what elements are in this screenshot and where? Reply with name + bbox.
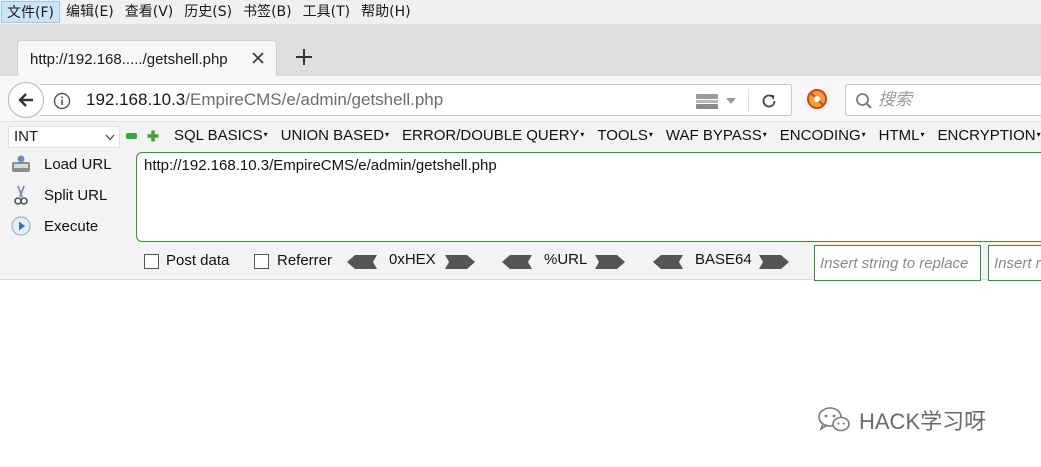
menu-encryption[interactable]: ENCRYPTION [938, 127, 1041, 144]
close-icon[interactable] [250, 50, 266, 66]
hackbar-panel: INT SQL BASICS UNION BASED ERROR/DOUBLE … [0, 122, 1041, 281]
post-data-label: Post data [166, 252, 230, 269]
url-encode-label: %URL [544, 251, 588, 268]
menu-encoding[interactable]: ENCODING [780, 127, 866, 144]
tab-strip: http://192.168...../getshell.php [0, 24, 1041, 77]
menu-union-based[interactable]: UNION BASED [281, 127, 389, 144]
menu-history[interactable]: 历史(S) [179, 1, 237, 23]
menu-error-double-query[interactable]: ERROR/DOUBLE QUERY [402, 127, 584, 144]
menu-bookmarks[interactable]: 书签(B) [238, 1, 297, 23]
menu-tools-hb[interactable]: TOOLS [597, 127, 653, 144]
menu-help[interactable]: 帮助(H) [356, 1, 415, 23]
split-url-label: Split URL [44, 186, 108, 204]
execute-label: Execute [44, 217, 99, 235]
menu-view[interactable]: 查看(V) [120, 1, 179, 23]
load-url-button[interactable]: Load URL [10, 153, 112, 175]
search-icon [856, 93, 872, 109]
url-decode-arrow-icon[interactable] [502, 255, 532, 269]
url-encode-arrow-icon[interactable] [595, 255, 625, 269]
menu-waf-bypass[interactable]: WAF BYPASS [666, 127, 767, 144]
chevron-down-icon[interactable] [725, 97, 737, 105]
referrer-label: Referrer [277, 252, 333, 269]
play-icon [11, 216, 31, 236]
hackbar-menu: SQL BASICS UNION BASED ERROR/DOUBLE QUER… [168, 127, 1041, 144]
divider [748, 89, 749, 113]
base64-label: BASE64 [695, 251, 752, 268]
decrease-icon[interactable] [126, 132, 137, 140]
increase-icon[interactable] [147, 130, 159, 142]
injection-type-select[interactable]: INT [8, 126, 120, 148]
page-feed-icon[interactable] [695, 92, 719, 110]
reload-icon[interactable] [760, 92, 778, 110]
base64-decode-arrow-icon[interactable] [653, 255, 683, 269]
watermark-text: HACK学习呀 [859, 409, 987, 434]
arrow-left-icon [18, 93, 33, 107]
url-path: /EmpireCMS/e/admin/getshell.php [185, 90, 444, 109]
injection-type-value: INT [14, 128, 39, 145]
base64-encode-arrow-icon[interactable] [759, 255, 789, 269]
block-icon[interactable] [806, 88, 828, 110]
hex-decode-arrow-icon[interactable] [347, 255, 377, 269]
menu-edit[interactable]: 编辑(E) [61, 1, 119, 23]
menu-html[interactable]: HTML [879, 127, 925, 144]
execute-button[interactable]: Execute [10, 215, 98, 237]
hex-label: 0xHEX [389, 251, 436, 268]
watermark: HACK学习呀 [817, 404, 986, 436]
back-button[interactable] [8, 82, 44, 118]
wechat-icon [818, 407, 850, 432]
chevron-down-icon [105, 134, 115, 141]
referrer-checkbox[interactable] [254, 254, 269, 269]
search-bar[interactable] [845, 84, 1041, 116]
replace-string-input[interactable] [814, 245, 981, 281]
menu-file[interactable]: 文件(F) [1, 1, 60, 23]
split-url-button[interactable]: Split URL [10, 184, 107, 206]
menu-tools[interactable]: 工具(T) [298, 1, 355, 23]
menu-sql-basics[interactable]: SQL BASICS [174, 127, 268, 144]
menu-bar: 文件(F) 编辑(E) 查看(V) 历史(S) 书签(B) 工具(T) 帮助(H… [0, 0, 1041, 24]
hackbar-options-row: Post data Referrer 0xHEX %URL BASE64 [0, 245, 1041, 281]
hackbar-url-textarea[interactable]: http://192.168.10.3/EmpireCMS/e/admin/ge… [136, 152, 1041, 242]
load-url-label: Load URL [44, 155, 112, 173]
load-url-icon [12, 155, 30, 172]
info-icon[interactable] [53, 92, 71, 110]
url-text[interactable]: 192.168.10.3/EmpireCMS/e/admin/getshell.… [86, 90, 443, 110]
scissors-icon [14, 185, 28, 205]
post-data-checkbox[interactable] [144, 254, 159, 269]
tab-getshell[interactable]: http://192.168...../getshell.php [17, 40, 277, 77]
tab-title: http://192.168...../getshell.php [30, 50, 228, 68]
search-input[interactable] [878, 88, 1038, 112]
url-bar[interactable]: 192.168.10.3/EmpireCMS/e/admin/getshell.… [40, 84, 792, 116]
new-tab-plus-icon[interactable] [293, 46, 315, 68]
replacing-string-input[interactable] [988, 245, 1041, 281]
hex-encode-arrow-icon[interactable] [445, 255, 475, 269]
url-host: 192.168.10.3 [86, 90, 186, 109]
